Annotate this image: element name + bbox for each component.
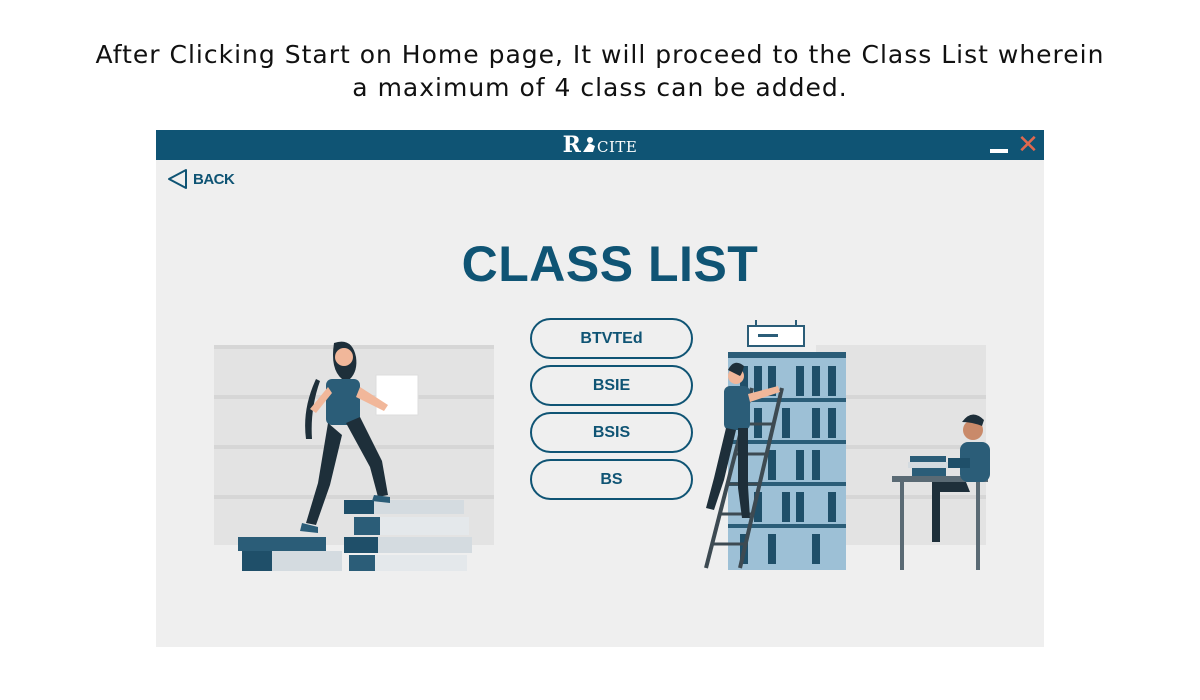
app-logo: R CITE [156,130,1044,160]
back-button[interactable]: BACK [166,166,235,192]
back-label: BACK [193,170,235,188]
logo-cite: CITE [596,138,638,156]
close-icon: ✕ [1017,130,1039,160]
triangle-left-icon [168,169,187,189]
class-button-bs[interactable]: BS [530,459,693,500]
class-button-bsis[interactable]: BSIS [530,412,693,453]
close-button[interactable]: ✕ [1016,132,1040,158]
caption-line-1: After Clicking Start on Home page, It wi… [95,40,1105,69]
logo-r: R [562,132,581,158]
class-list: BTVTEd BSIE BSIS BS [530,318,693,506]
minimize-button[interactable] [990,139,1010,155]
page-title: CLASS LIST [461,236,759,292]
title-bar: R CITE ✕ [156,130,1044,160]
app-window: R CITE ✕ BACK CLASS LIST BTVTEd BSIE BSIS… [156,130,1044,647]
class-button-bsie[interactable]: BSIE [530,365,693,406]
woman-climbing-books-illustration [238,341,472,571]
class-button-btvted[interactable]: BTVTEd [530,318,693,359]
logo-figure-icon [582,137,595,152]
library-shelf-illustration [704,320,990,570]
caption-line-2: a maximum of 4 class can be added. [352,73,848,102]
caption: After Clicking Start on Home page, It wi… [0,38,1200,104]
